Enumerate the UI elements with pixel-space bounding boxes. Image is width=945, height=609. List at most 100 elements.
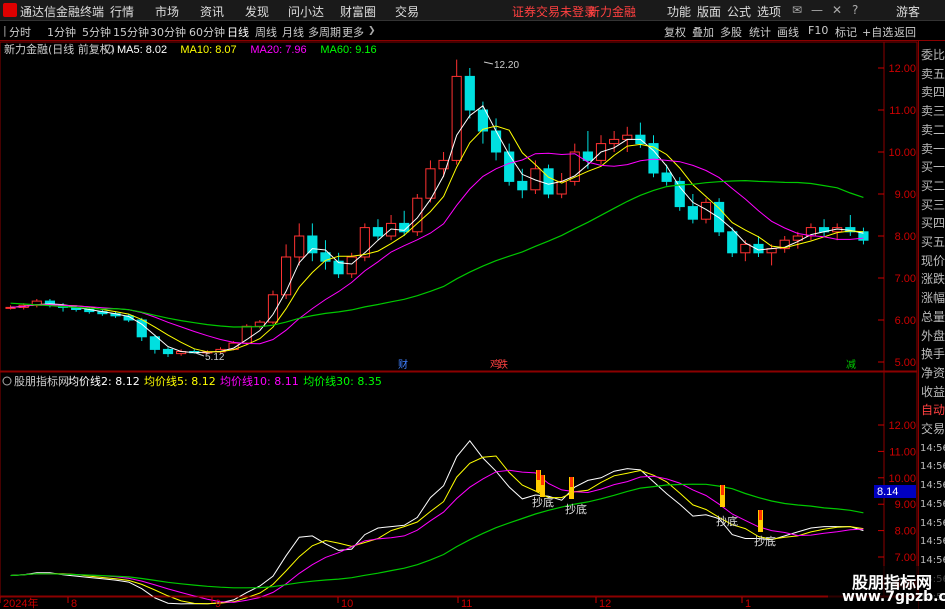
tool-button[interactable]: 统计: [749, 24, 771, 40]
menu-item[interactable]: 版面: [697, 3, 721, 20]
candle-down: [687, 206, 698, 220]
x-tick-label: 1: [745, 598, 751, 609]
app-title: 通达信金融终端: [20, 5, 105, 19]
current-value-label: 8.14: [877, 486, 898, 498]
period-tab[interactable]: 15分钟: [113, 24, 149, 40]
menu-item[interactable]: 发现: [245, 3, 269, 20]
indicator-legend-1: 均价线5: 8.12: [144, 374, 216, 388]
x-tick-label: 10: [341, 598, 353, 609]
period-tab[interactable]: 60分钟: [189, 24, 225, 40]
period-tab[interactable]: 周线: [255, 24, 277, 40]
period-toolbar: | 分时 1分钟 5分钟 15分钟 30分钟 60分钟 日线 周线 月线 多周期…: [0, 21, 945, 41]
event-marker: 跌: [498, 358, 508, 371]
tool-button[interactable]: 叠加: [692, 24, 714, 40]
y-tick-label: 10.00: [888, 147, 916, 159]
bottom-signal-label: 抄底: [754, 534, 776, 548]
y-tick-label: 11.00: [889, 446, 916, 458]
user-name[interactable]: 游客: [896, 3, 920, 20]
period-tab[interactable]: 多周期: [308, 24, 341, 40]
candle-down: [661, 172, 672, 182]
y-tick-label: 11.00: [889, 105, 916, 117]
event-marker: 财: [398, 358, 408, 371]
more-menu[interactable]: 更多: [342, 24, 364, 40]
candle-down: [464, 75, 475, 111]
bottom-signal-label: 抄底: [532, 495, 554, 509]
menu-item[interactable]: 问小达: [288, 3, 324, 20]
close-icon[interactable]: ✕: [832, 3, 842, 17]
menu-item[interactable]: 交易: [395, 3, 419, 20]
candle-up: [740, 243, 751, 254]
tool-button[interactable]: 标记: [835, 24, 857, 40]
candle-up: [451, 75, 462, 161]
low-price-label: 5.12: [205, 352, 225, 363]
indicator-legend-2: 均价线10: 8.11: [220, 374, 299, 388]
y-tick-label: 7.00: [895, 273, 916, 285]
kline-chart[interactable]: 12.00 11.00 10.00 9.00 8.00 7.00 6.00 5.00 12.00…: [0, 0, 945, 609]
menu-item[interactable]: 财富圈: [340, 3, 376, 20]
candle-down: [517, 180, 528, 191]
candle-down: [307, 235, 318, 254]
high-pointer: [483, 61, 494, 65]
indicator-legend-0: 均价线2: 8.12: [68, 374, 140, 388]
indicator-settings-icon: [2, 376, 12, 386]
bottom-signal-bar-top: [541, 475, 544, 485]
ma5-line: [10, 105, 864, 354]
candle-up: [294, 235, 305, 258]
y-tick-label: 7.00: [895, 552, 916, 564]
tool-button[interactable]: 复权: [664, 24, 686, 40]
watermark-url: www.7gpzb.com: [842, 589, 945, 605]
tdx-app: 12.00 11.00 10.00 9.00 8.00 7.00 6.00 5.00 12.00…: [0, 0, 945, 609]
tool-button[interactable]: 画线: [777, 24, 799, 40]
period-tab[interactable]: 30分钟: [150, 24, 186, 40]
period-tab[interactable]: 分时: [9, 24, 31, 40]
menu-item[interactable]: 资讯: [200, 3, 224, 20]
mail-icon[interactable]: ✉: [792, 3, 802, 17]
back-button[interactable]: 返回: [894, 24, 916, 40]
candle-down: [504, 151, 515, 182]
period-tab-active[interactable]: 日线: [227, 24, 249, 40]
menu-item[interactable]: 公式: [727, 3, 751, 20]
login-notice[interactable]: 证券交易未登录: [512, 3, 596, 20]
x-tick-label: 12: [599, 598, 611, 609]
indicator-panel-frame: [0, 371, 918, 597]
y-tick-label: 12.00: [888, 420, 916, 432]
candle-down: [858, 231, 869, 241]
candle-up: [346, 256, 357, 275]
candle-up: [254, 321, 265, 327]
candle-down: [543, 168, 554, 195]
candle-up: [700, 201, 712, 220]
y-tick-label: 6.00: [895, 315, 916, 327]
x-tick-label: 11: [461, 598, 472, 609]
y-tick-label: 8.00: [895, 526, 916, 538]
candle-down: [477, 109, 489, 132]
x-tick-label: 8: [71, 598, 77, 609]
y-tick-label: 9.00: [895, 189, 916, 201]
ma60-line: [10, 179, 864, 328]
candle-down: [714, 201, 725, 233]
y-tick-label: 9.00: [895, 499, 916, 511]
candle-down: [372, 227, 384, 237]
more-chevron-icon[interactable]: ❯: [368, 26, 376, 36]
add-watchlist-button[interactable]: +自选: [862, 24, 893, 40]
indicator-legend-3: 均价线30: 8.35: [303, 374, 382, 388]
help-icon[interactable]: ?: [852, 3, 858, 17]
bottom-signal-bar-top: [759, 510, 762, 520]
menu-item[interactable]: 市场: [155, 3, 179, 20]
y-tick-label: 12.00: [888, 63, 916, 75]
menu-item[interactable]: 功能: [667, 3, 691, 20]
period-tab[interactable]: 5分钟: [82, 24, 111, 40]
menu-item[interactable]: 行情: [110, 3, 134, 20]
toolbar-back-icon[interactable]: |: [3, 24, 7, 37]
x-tick-label: 9: [215, 598, 221, 609]
main-panel-title: 新力金融(日线 前复权): [4, 42, 115, 56]
period-tab[interactable]: 1分钟: [47, 24, 76, 40]
quote-sidebar: 委比 卖五 卖四 卖三 卖二 卖一 买一 买二 买三 买四 买五 现价 涨跌 涨幅 总量 外盘 换手 净资 收益 自动…: [918, 41, 945, 609]
event-marker: 减: [846, 359, 856, 371]
minimize-icon[interactable]: —: [811, 3, 823, 17]
tool-button[interactable]: F10: [808, 24, 828, 37]
menu-item[interactable]: 选项: [757, 3, 781, 20]
period-tab[interactable]: 月线: [282, 24, 304, 40]
candle-up: [241, 325, 252, 344]
ma-legend-3: MA60: 9.16: [320, 44, 376, 56]
tool-button[interactable]: 多股: [720, 24, 742, 40]
